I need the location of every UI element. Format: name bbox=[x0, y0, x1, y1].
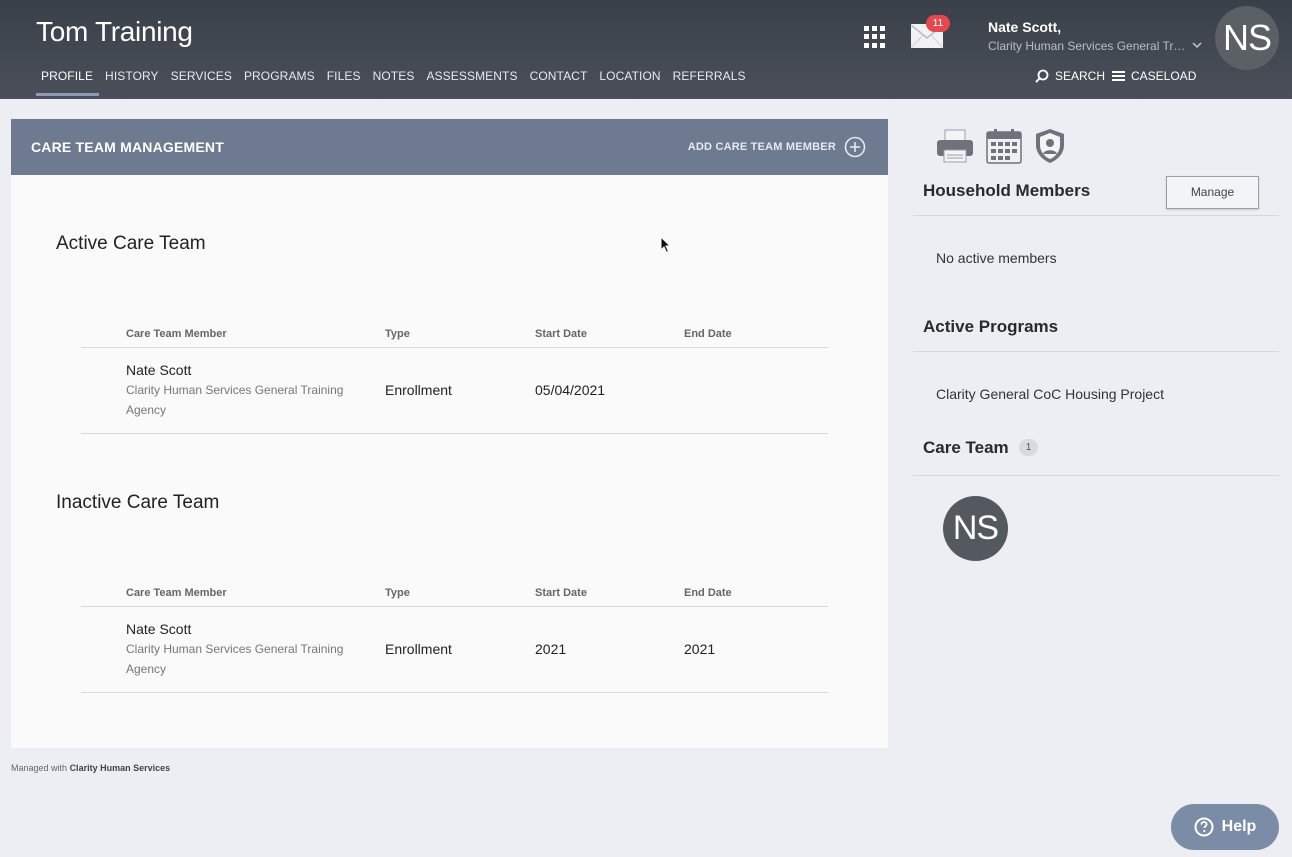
col-type: Type bbox=[385, 328, 410, 340]
program-link[interactable]: Clarity General CoC Housing Project bbox=[936, 386, 1164, 402]
table-header: Care Team Member Type Start Date End Dat… bbox=[81, 328, 828, 348]
care-team-card: CARE TEAM MANAGEMENT ADD CARE TEAM MEMBE… bbox=[11, 119, 888, 748]
end-date-cell: 2021 bbox=[684, 641, 716, 657]
tab-profile[interactable]: PROFILE bbox=[36, 62, 100, 96]
caseload-label: CASELOAD bbox=[1131, 69, 1197, 83]
tab-notes[interactable]: NOTES bbox=[367, 62, 421, 96]
user-agency[interactable]: Clarity Human Services General Training … bbox=[988, 39, 1188, 53]
care-team-count-badge: 1 bbox=[1019, 439, 1038, 456]
table-row[interactable]: Nate Scott Clarity Human Services Genera… bbox=[81, 348, 828, 434]
start-date-cell: 2021 bbox=[535, 641, 567, 657]
mail-count-badge: 11 bbox=[926, 15, 950, 32]
member-name: Nate Scott bbox=[126, 362, 192, 378]
type-cell: Enrollment bbox=[385, 641, 452, 657]
card-header: CARE TEAM MANAGEMENT ADD CARE TEAM MEMBE… bbox=[11, 119, 888, 175]
col-start-date: Start Date bbox=[535, 328, 587, 340]
search-icon bbox=[1035, 69, 1049, 83]
col-start-date: Start Date bbox=[535, 587, 587, 599]
member-cell: Nate Scott Clarity Human Services Genera… bbox=[126, 621, 356, 679]
printer-icon[interactable] bbox=[936, 128, 974, 164]
tab-files[interactable]: FILES bbox=[321, 62, 367, 96]
tab-assessments[interactable]: ASSESSMENTS bbox=[420, 62, 523, 96]
tab-history[interactable]: HISTORY bbox=[99, 62, 165, 96]
start-date-cell: 05/04/2021 bbox=[535, 382, 606, 398]
type-cell: Enrollment bbox=[385, 382, 452, 398]
manage-household-button[interactable]: Manage bbox=[1166, 176, 1259, 209]
menu-icon bbox=[1112, 71, 1125, 81]
add-care-team-member-button[interactable]: ADD CARE TEAM MEMBER bbox=[688, 136, 866, 158]
care-team-title: Care Team bbox=[923, 438, 1009, 457]
add-member-label: ADD CARE TEAM MEMBER bbox=[687, 141, 836, 153]
help-label: Help bbox=[1221, 818, 1257, 835]
household-empty-text: No active members bbox=[936, 250, 1057, 266]
calendar-icon[interactable] bbox=[986, 128, 1022, 164]
tab-services[interactable]: SERVICES bbox=[165, 62, 238, 96]
profile-tools bbox=[936, 128, 1066, 164]
col-end-date: End Date bbox=[684, 587, 732, 599]
col-end-date: End Date bbox=[684, 328, 732, 340]
col-type: Type bbox=[385, 587, 410, 599]
search-button[interactable]: SEARCH bbox=[1035, 69, 1105, 83]
tab-referrals[interactable]: REFERRALS bbox=[667, 62, 752, 96]
active-care-team-title: Active Care Team bbox=[56, 233, 206, 254]
col-member: Care Team Member bbox=[126, 587, 227, 599]
apps-grid-icon[interactable] bbox=[864, 26, 886, 48]
member-agency: Clarity Human Services General Training … bbox=[126, 642, 344, 676]
table-row[interactable]: Nate Scott Clarity Human Services Genera… bbox=[81, 607, 828, 693]
active-care-team-table: Care Team Member Type Start Date End Dat… bbox=[81, 328, 828, 434]
app-header: Tom Training PROFILE HISTORY SERVICES PR… bbox=[0, 0, 1292, 99]
chevron-down-icon[interactable] bbox=[1192, 40, 1202, 50]
member-agency: Clarity Human Services General Training … bbox=[126, 383, 344, 417]
search-label: SEARCH bbox=[1055, 69, 1106, 83]
tab-programs[interactable]: PROGRAMS bbox=[238, 62, 321, 96]
col-member: Care Team Member bbox=[126, 328, 227, 340]
security-shield-icon[interactable] bbox=[1034, 128, 1066, 164]
client-name: Tom Training bbox=[36, 16, 193, 47]
user-avatar[interactable]: NS bbox=[1215, 6, 1279, 70]
care-team-member-avatar[interactable]: NS bbox=[943, 496, 1008, 561]
divider bbox=[913, 351, 1279, 352]
table-header: Care Team Member Type Start Date End Dat… bbox=[81, 587, 828, 607]
member-cell: Nate Scott Clarity Human Services Genera… bbox=[126, 362, 356, 420]
help-icon bbox=[1194, 817, 1214, 837]
add-circle-icon bbox=[844, 136, 866, 158]
tab-contact[interactable]: CONTACT bbox=[524, 62, 594, 96]
card-title: CARE TEAM MANAGEMENT bbox=[31, 139, 224, 155]
help-button[interactable]: Help bbox=[1171, 804, 1279, 850]
active-programs-title: Active Programs bbox=[923, 317, 1059, 336]
inactive-care-team-title: Inactive Care Team bbox=[56, 492, 220, 513]
footer-note: Managed with Clarity Human Services bbox=[11, 763, 170, 773]
member-name: Nate Scott bbox=[126, 621, 192, 637]
mouse-cursor-icon bbox=[660, 236, 672, 254]
household-members-title: Household Members bbox=[923, 181, 1091, 200]
divider bbox=[913, 215, 1279, 216]
caseload-button[interactable]: CASELOAD bbox=[1112, 69, 1196, 83]
inactive-care-team-table: Care Team Member Type Start Date End Dat… bbox=[81, 587, 828, 693]
divider bbox=[913, 475, 1279, 476]
user-name[interactable]: Nate Scott, bbox=[988, 19, 1061, 35]
profile-nav: PROFILE HISTORY SERVICES PROGRAMS FILES … bbox=[36, 62, 752, 96]
footer-prefix: Managed with bbox=[11, 763, 68, 773]
tab-location[interactable]: LOCATION bbox=[593, 62, 666, 96]
footer-brand[interactable]: Clarity Human Services bbox=[70, 763, 171, 773]
